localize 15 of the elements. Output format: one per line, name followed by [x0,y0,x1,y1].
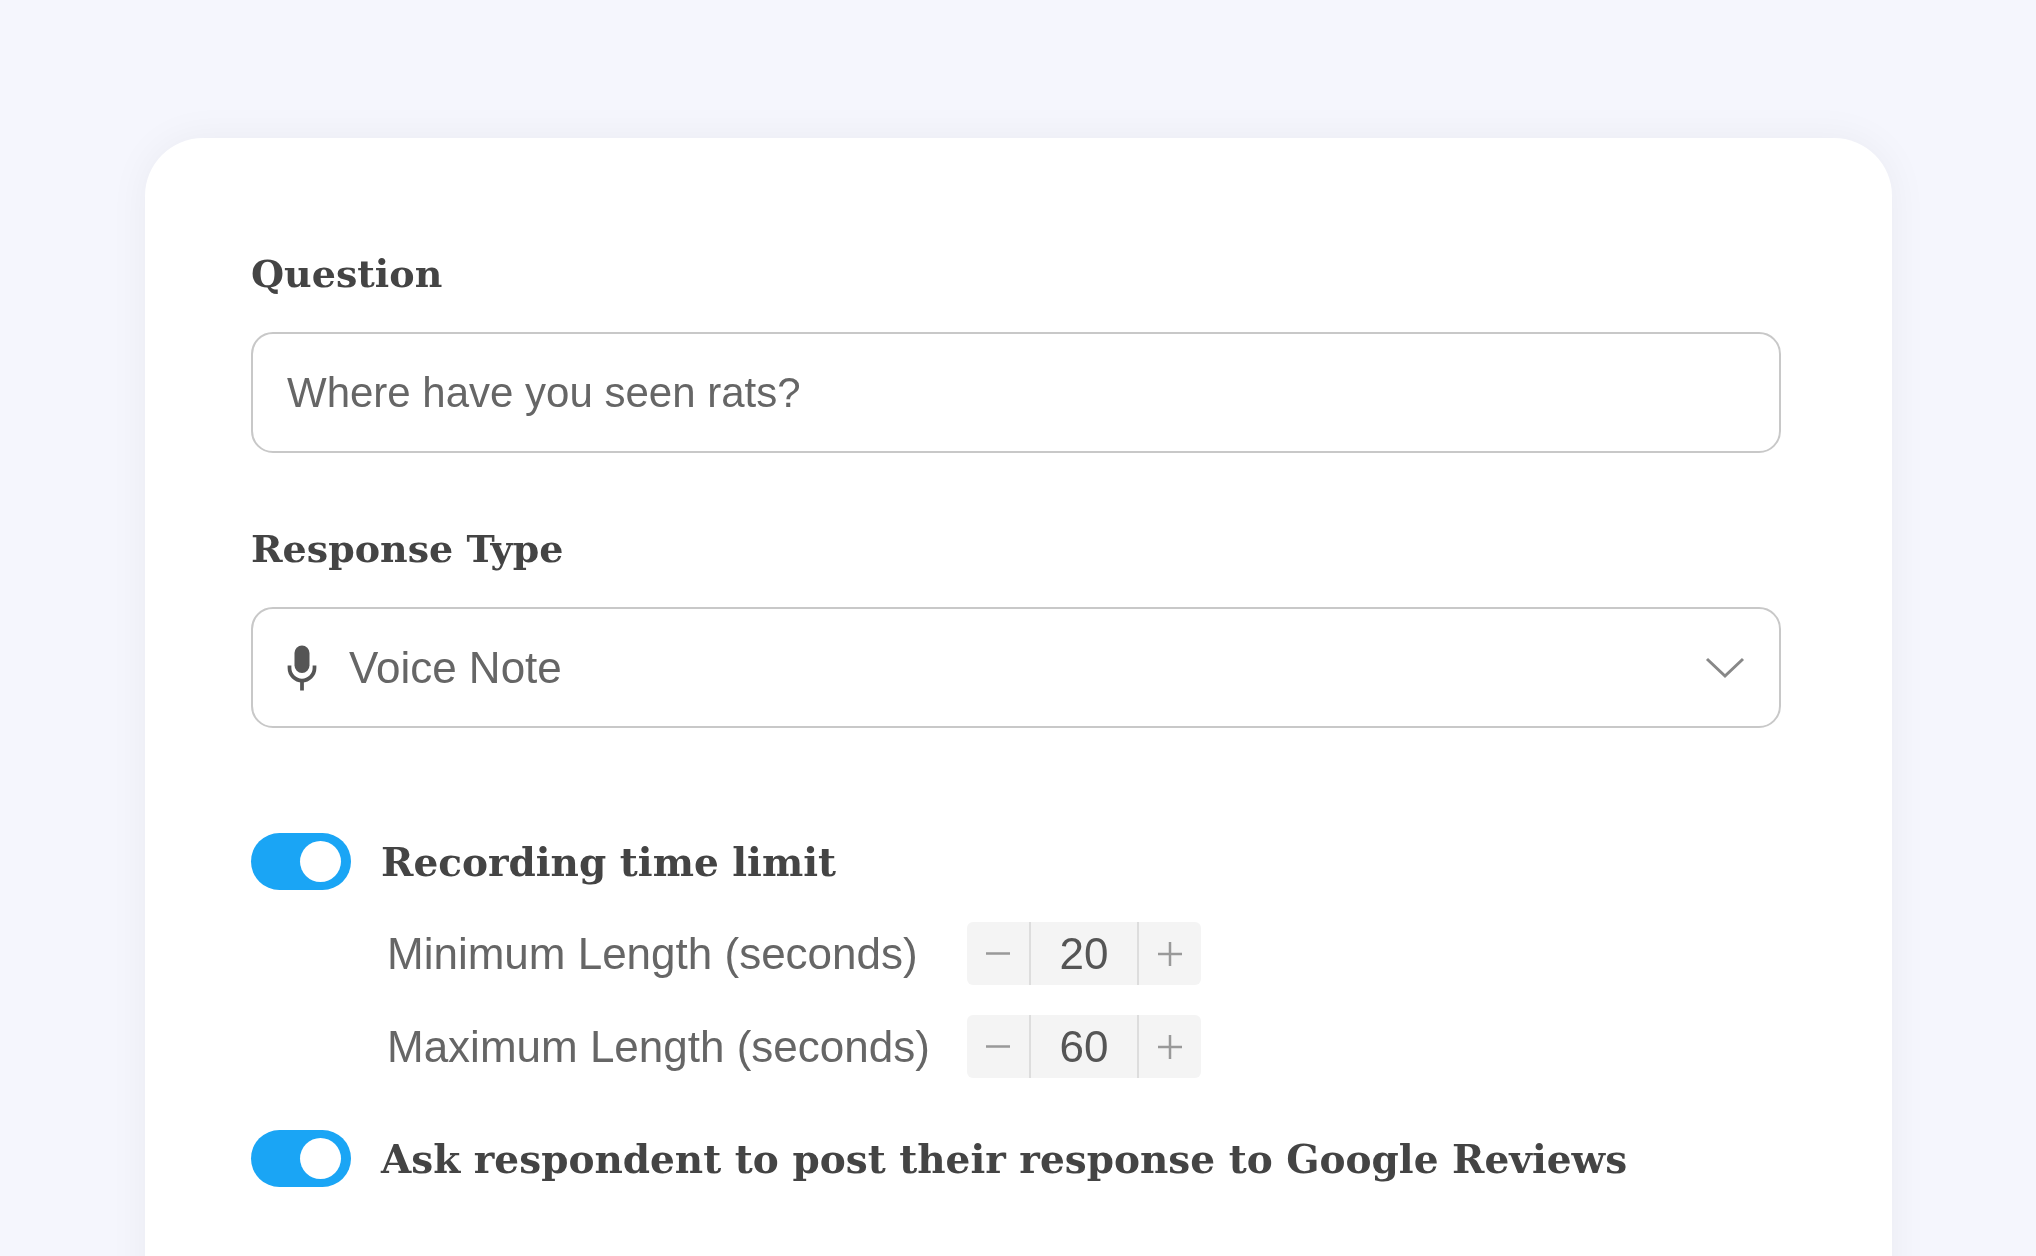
stepper-label: Maximum Length (seconds) [387,1021,931,1072]
response-type-dropdown[interactable]: Voice Note [251,607,1781,728]
question-input-field[interactable]: Where have you seen rats? [251,332,1781,453]
toggle-label: Ask respondent to post their response to Google Reviews [381,1135,1628,1182]
toggle-switch[interactable] [251,833,351,890]
dropdown-value: Voice Note [349,642,563,693]
chevron-down-icon [1705,656,1745,679]
field-label: Question [251,250,444,298]
minus-icon [986,952,1010,955]
minus-icon [986,1045,1010,1048]
toggle-switch[interactable] [251,1130,351,1187]
field-label: Response Type [251,525,565,573]
microphone-icon [287,644,317,691]
toggle-label: Recording time limit [381,838,837,885]
stepper-label: Minimum Length (seconds) [387,928,919,979]
